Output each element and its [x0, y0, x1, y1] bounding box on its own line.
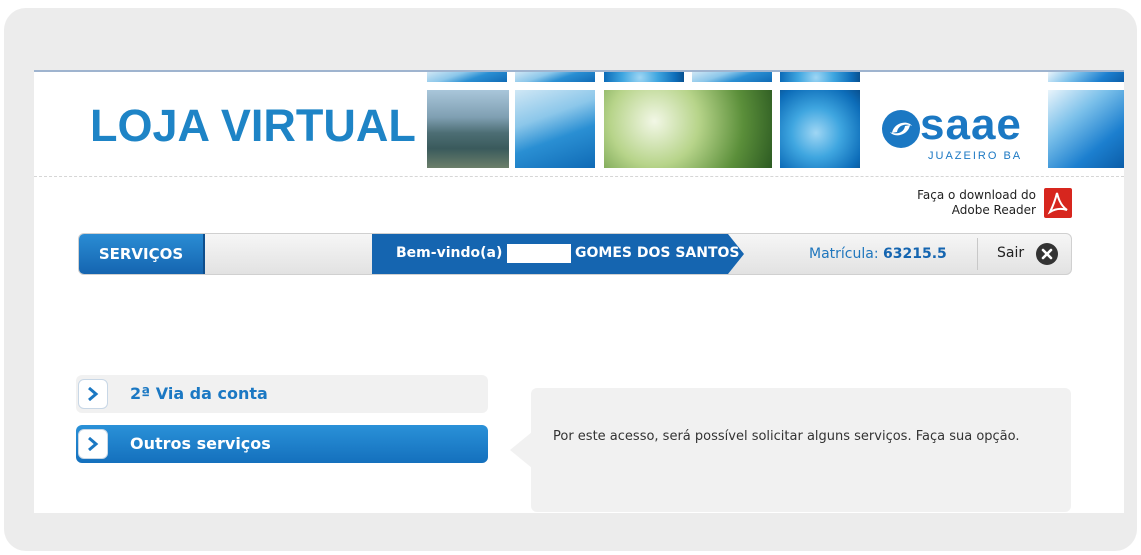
menu-item-label: 2ª Via da conta — [130, 384, 268, 403]
close-icon[interactable] — [1036, 243, 1058, 265]
saae-logo-icon — [882, 110, 920, 148]
logo-subtext: JUAZEIRO BA — [928, 150, 1023, 162]
chevron-right-icon — [78, 379, 108, 409]
menu-item-outros-servicos[interactable]: Outros serviços — [76, 425, 488, 463]
welcome-name: GOMES DOS SANTOS — [575, 245, 740, 261]
info-panel: Por este acesso, será possível solicitar… — [531, 388, 1071, 512]
page-title: LOJA VIRTUAL — [90, 100, 416, 151]
logout-link[interactable]: Sair — [997, 245, 1024, 261]
info-text: Por este acesso, será possível solicitar… — [553, 429, 1020, 444]
chevron-right-icon — [78, 429, 108, 459]
banner-image-wave — [1048, 90, 1124, 168]
banner-image-top — [1048, 72, 1124, 82]
banner-image-bubbles — [780, 90, 860, 168]
banner-image-top — [692, 72, 772, 82]
pdf-icon[interactable] — [1044, 188, 1072, 218]
matricula-label: Matrícula: — [809, 246, 879, 262]
banner-image-flowers — [604, 90, 772, 168]
banner-image-top — [604, 72, 684, 82]
matricula-info: Matrícula: 63215.5 — [809, 246, 947, 262]
menu-item-label: Outros serviços — [130, 434, 271, 453]
banner-image-top — [515, 72, 595, 82]
adobe-line1: Faça o download do — [917, 188, 1036, 202]
nav-bar: SERVIÇOS Bem-vindo(a) GOMES DOS SANTOS M… — [78, 233, 1072, 275]
matricula-value: 63215.5 — [883, 246, 947, 262]
logo-text: saae — [920, 100, 1022, 149]
saae-logo: saae JUAZEIRO BA — [870, 90, 1040, 168]
banner-image-top — [427, 72, 507, 82]
adobe-download-link[interactable]: Faça o download do Adobe Reader — [896, 188, 1036, 218]
banner-image-top — [780, 72, 860, 82]
servicos-button[interactable]: SERVIÇOS — [79, 234, 205, 274]
page-container: LOJA VIRTUAL saae JUAZEIRO BA Faça o dow… — [34, 70, 1124, 513]
nav-divider — [977, 238, 978, 270]
welcome-label: Bem-vindo(a) — [396, 245, 503, 261]
banner-image-water — [515, 90, 595, 168]
info-pointer — [510, 432, 532, 468]
menu-item-segunda-via[interactable]: 2ª Via da conta — [76, 375, 488, 413]
banner-image-city — [427, 90, 509, 168]
header-banner: LOJA VIRTUAL saae JUAZEIRO BA — [34, 70, 1124, 177]
name-redaction — [507, 244, 571, 263]
adobe-line2: Adobe Reader — [951, 203, 1036, 217]
welcome-banner: Bem-vindo(a) GOMES DOS SANTOS — [372, 234, 744, 274]
